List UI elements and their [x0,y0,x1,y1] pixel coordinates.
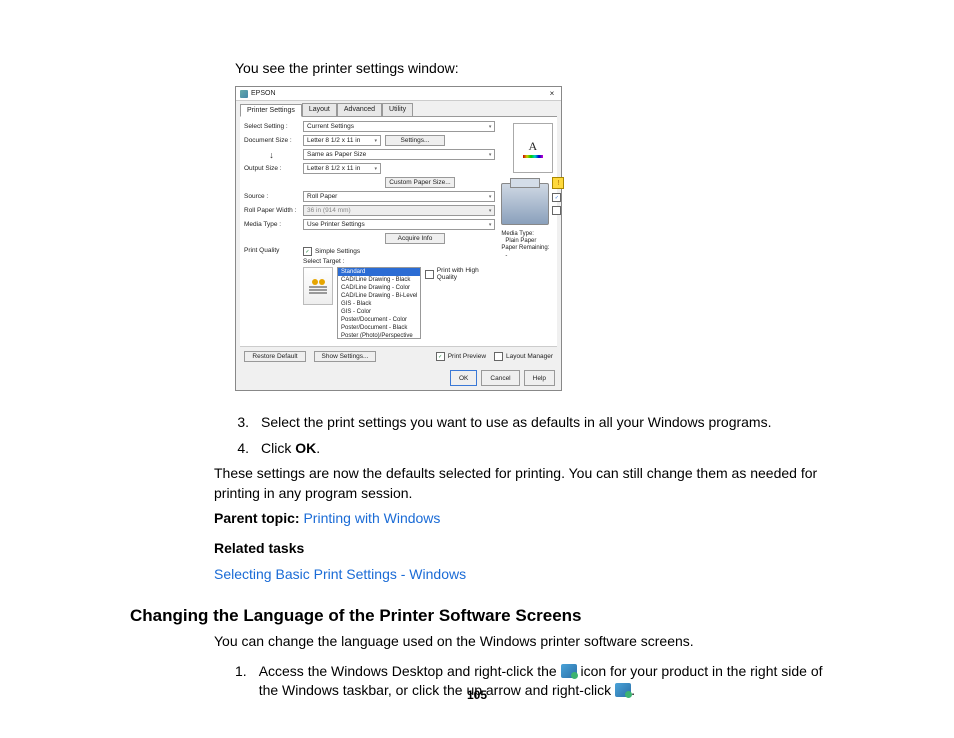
restore-default-button[interactable]: Restore Default [244,351,306,362]
parent-topic-line: Parent topic: Printing with Windows [214,509,834,529]
layout-manager-checkbox[interactable] [494,352,503,361]
roll-width-field: 36 in (914 mm) [303,205,495,216]
high-quality-label: Print with High Quality [437,267,496,281]
label-select-setting: Select Setting : [244,123,299,130]
label-print-quality: Print Quality [244,247,299,254]
info-checkbox[interactable]: ✓ [552,193,561,202]
high-quality-checkbox[interactable] [425,270,433,279]
simple-settings-label: Simple Settings [315,248,360,255]
paper-preview: A [513,123,553,173]
tab-utility[interactable]: Utility [382,103,413,116]
source-dropdown[interactable]: Roll Paper [303,191,495,202]
target-item[interactable]: CAD/Line Drawing - Bi-Level [338,292,420,300]
target-item[interactable]: CAD/Line Drawing - Black [338,276,420,284]
layout-manager-label: Layout Manager [506,353,553,360]
media-info-box: Media Type: Plain Paper Paper Remaining:… [501,231,564,260]
printer-icon [501,183,549,225]
target-item[interactable]: CAD/Line Drawing - Color [338,284,420,292]
down-arrow-icon: ↓ [244,150,299,160]
tab-printer-settings[interactable]: Printer Settings [240,104,302,117]
page-number: 105 [0,688,954,702]
dialog-titlebar: EPSON × [236,87,561,101]
target-item[interactable]: GIS - Black [338,300,420,308]
warning-icon: ! [552,177,564,189]
h2-intro: You can change the language used on the … [214,632,834,652]
tab-layout[interactable]: Layout [302,103,337,116]
target-list[interactable]: Standard CAD/Line Drawing - Black CAD/Li… [337,267,421,339]
document-page: You see the printer settings window: EPS… [0,0,954,738]
ok-button[interactable]: OK [450,370,477,386]
step-4: 4. Click OK. [235,439,834,459]
simple-settings-checkbox[interactable]: ✓ [303,247,312,256]
target-standard[interactable]: Standard [338,268,420,276]
show-settings-button[interactable]: Show Settings... [314,351,376,362]
epson-icon [240,90,248,98]
dialog-title: EPSON [251,90,276,97]
select-setting-dropdown[interactable]: Current Settings [303,121,495,132]
parent-topic-link[interactable]: Printing with Windows [303,510,440,526]
intro-text: You see the printer settings window: [235,60,834,76]
related-task-link[interactable]: Selecting Basic Print Settings - Windows [214,566,466,582]
acquire-info-button[interactable]: Acquire Info [385,233,445,244]
printer-settings-dialog: EPSON × Printer Settings Layout Advanced… [235,86,562,391]
same-as-dropdown[interactable]: Same as Paper Size [303,149,495,160]
target-thumbnail [303,267,333,305]
cancel-button[interactable]: Cancel [481,370,519,386]
related-tasks-label: Related tasks [214,539,834,559]
media-type-dropdown[interactable]: Use Printer Settings [303,219,495,230]
option-checkbox[interactable] [552,206,561,215]
settings-button[interactable]: Settings... [385,135,445,146]
target-item[interactable]: Poster/Document - Black [338,324,420,332]
related-tasks-link-row: Selecting Basic Print Settings - Windows [214,565,834,585]
target-item[interactable]: Poster/Document - Color [338,316,420,324]
help-button[interactable]: Help [524,370,555,386]
print-preview-label: Print Preview [448,353,486,360]
target-item[interactable]: Poster (Photo)/Perspective [338,332,420,339]
heading-change-language: Changing the Language of the Printer Sof… [130,606,834,626]
custom-paper-button[interactable]: Custom Paper Size... [385,177,455,188]
close-icon[interactable]: × [547,89,557,98]
label-source: Source : [244,193,299,200]
document-size-dropdown[interactable]: Letter 8 1/2 x 11 in [303,135,381,146]
label-media-type: Media Type : [244,221,299,228]
label-document-size: Document Size : [244,137,299,144]
output-size-field: Letter 8 1/2 x 11 in [303,163,381,174]
label-output-size: Output Size : [244,165,299,172]
defaults-paragraph: These settings are now the defaults sele… [214,464,834,503]
label-select-target: Select Target : [303,258,351,265]
print-preview-checkbox[interactable]: ✓ [436,352,445,361]
step-3: 3. Select the print settings you want to… [235,413,834,433]
label-roll-width: Roll Paper Width : [244,207,299,214]
target-item[interactable]: GIS - Color [338,308,420,316]
dialog-tabs: Printer Settings Layout Advanced Utility [236,101,561,116]
tab-advanced[interactable]: Advanced [337,103,382,116]
product-tray-icon [561,664,577,678]
